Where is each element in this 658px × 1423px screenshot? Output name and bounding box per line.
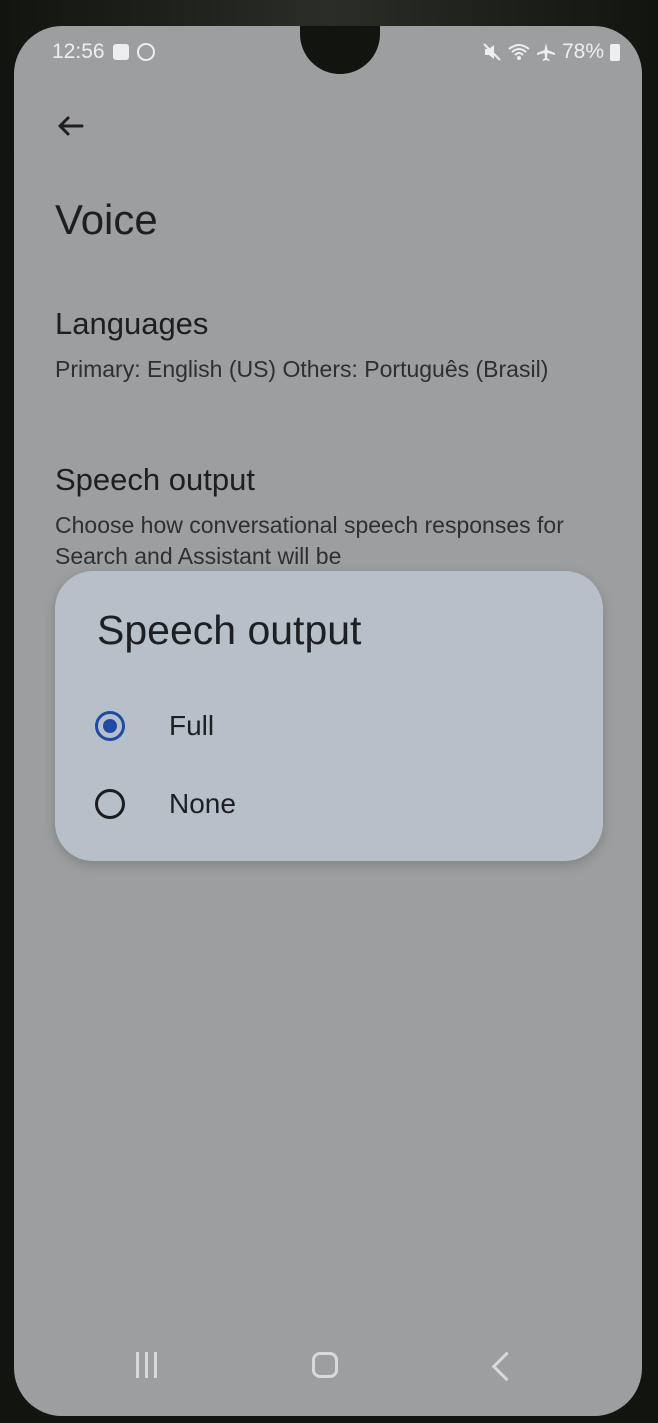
speech-output-subtitle: Choose how conversational speech respons… [55, 512, 564, 569]
circle-notification-icon [136, 43, 155, 61]
radio-selected-icon[interactable] [95, 711, 125, 741]
languages-subtitle: Primary: English (US) Others: Português … [55, 356, 549, 382]
status-right: 78% [482, 40, 620, 64]
battery-percent: 78% [561, 40, 604, 63]
wifi-icon [508, 44, 530, 60]
home-icon[interactable] [312, 1352, 338, 1378]
recents-icon[interactable] [136, 1352, 157, 1378]
dialog-title: Speech output [97, 607, 362, 653]
battery-icon [610, 43, 620, 61]
checkbox-notification-icon [112, 44, 129, 60]
page-title: Voice [55, 196, 158, 243]
option-full[interactable]: Full [95, 694, 575, 758]
languages-title[interactable]: Languages [55, 306, 208, 342]
airplane-icon [536, 43, 555, 61]
option-full-label: Full [169, 710, 215, 741]
back-nav-icon[interactable] [491, 1351, 522, 1382]
status-bar: 12:56 78% [14, 36, 642, 72]
status-time: 12:56 [52, 40, 105, 63]
back-arrow-icon[interactable] [54, 110, 90, 146]
speech-output-dialog: Speech output Full None [55, 571, 603, 861]
status-left: 12:56 [52, 40, 155, 64]
radio-unselected-icon[interactable] [95, 789, 125, 819]
speech-output-title[interactable]: Speech output [55, 462, 255, 498]
mute-icon [483, 43, 501, 61]
option-none-label: None [169, 788, 236, 819]
screen: 12:56 78% Voice Languages Primary: Engli… [14, 26, 642, 1416]
option-none[interactable]: None [95, 772, 575, 836]
navigation-bar [14, 1340, 642, 1400]
